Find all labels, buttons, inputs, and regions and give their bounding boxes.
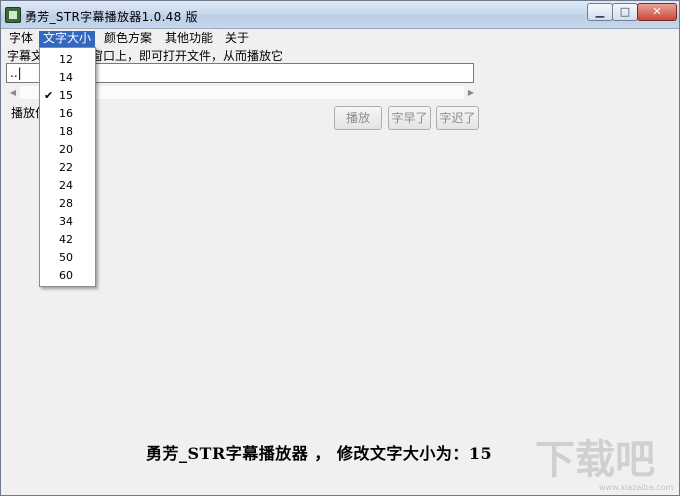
text-size-option[interactable]: 14 [40,69,95,87]
text-size-option[interactable]: 12 [40,51,95,69]
watermark-logo: 下载吧 www.xiazaiba.com [535,437,673,492]
checkmark-icon: ✔ [44,89,54,102]
text-size-option[interactable]: 16 [40,105,95,123]
text-size-option-label: 14 [59,71,73,84]
text-size-option-label: 16 [59,107,73,120]
subtitle-later-button[interactable]: 字迟了 [436,106,479,130]
scroll-left-arrow-icon[interactable]: ◀ [6,85,20,100]
close-button[interactable]: ✕ [637,3,677,21]
text-size-option[interactable]: 60 [40,267,95,285]
menu-other-functions[interactable]: 其他功能 [161,31,217,47]
text-size-option-label: 15 [59,89,73,102]
title-bar[interactable]: 勇芳_STR字幕播放器1.0.48 版 ▁ □ ✕ [1,1,679,29]
subtitle-display: 勇芳_STR字幕播放器 ， 修改文字大小为：15 [146,444,493,463]
text-size-option[interactable]: 34 [40,213,95,231]
text-size-option-label: 60 [59,269,73,282]
text-size-option-label: 20 [59,143,73,156]
text-size-option[interactable]: 28 [40,195,95,213]
text-size-option[interactable]: 24 [40,177,95,195]
app-icon[interactable] [5,7,21,23]
menu-color-scheme[interactable]: 颜色方案 [100,31,156,47]
menu-text-size[interactable]: 文字大小 [39,31,96,47]
menu-bar: 字体 文字大小 颜色方案 其他功能 关于 [1,29,679,47]
text-size-option-label: 28 [59,197,73,210]
text-size-dropdown: 12 14 ✔ 15 16 18 20 22 24 28 34 42 50 60 [39,47,96,287]
subtitle-earlier-button[interactable]: 字早了 [388,106,431,130]
text-size-option[interactable]: 50 [40,249,95,267]
maximize-button[interactable]: □ [612,3,638,21]
text-size-option-label: 34 [59,215,73,228]
menu-about[interactable]: 关于 [221,31,253,47]
text-size-option-label: 24 [59,179,73,192]
text-size-option[interactable]: 20 [40,141,95,159]
text-size-option-label: 12 [59,53,73,66]
watermark-text: 下载吧 [535,437,655,483]
text-size-option-label: 18 [59,125,73,138]
minimize-button[interactable]: ▁ [587,3,613,21]
text-size-option[interactable]: 18 [40,123,95,141]
scroll-right-arrow-icon[interactable]: ▶ [464,85,478,100]
text-size-option[interactable]: ✔ 15 [40,87,95,105]
text-size-option[interactable]: 42 [40,231,95,249]
window-title: 勇芳_STR字幕播放器1.0.48 版 [25,10,198,24]
play-button[interactable]: 播放 [334,106,382,130]
text-size-option[interactable]: 22 [40,159,95,177]
app-window: 勇芳_STR字幕播放器1.0.48 版 ▁ □ ✕ 字体 文字大小 颜色方案 其… [0,0,680,496]
text-size-option-label: 50 [59,251,73,264]
watermark-url: www.xiazaiba.com [599,483,673,492]
text-size-option-label: 42 [59,233,73,246]
text-size-option-label: 22 [59,161,73,174]
menu-font[interactable]: 字体 [5,31,37,47]
